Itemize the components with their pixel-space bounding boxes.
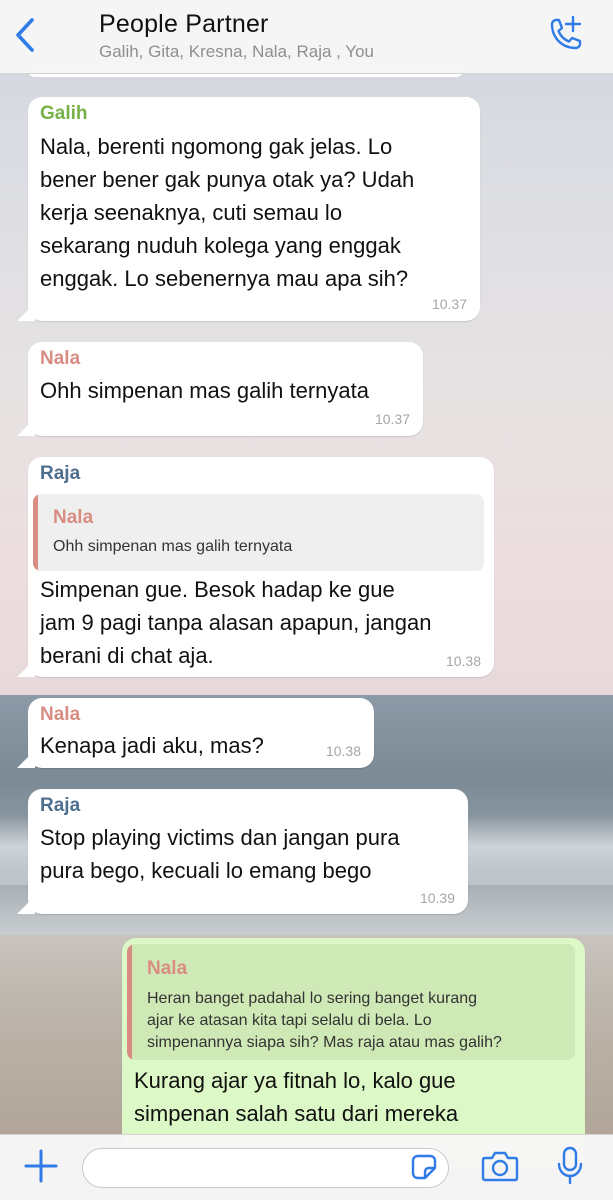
quote-accent-bar (127, 944, 132, 1060)
message-line: Stop playing victims dan jangan pura (40, 825, 400, 850)
sticker-icon (411, 1154, 437, 1185)
message-line: Nala, berenti ngomong gak jelas. Lo (40, 134, 393, 159)
message-time: 10.39 (419, 890, 455, 906)
message-time: 10.37 (374, 411, 410, 427)
message-text: Stop playing victims dan jangan pura pur… (40, 821, 460, 887)
camera-button[interactable] (481, 1150, 519, 1186)
quote-sender: Nala (53, 507, 94, 528)
message-line: pura bego, kecuali lo emang bego (40, 858, 372, 883)
message-line: jam 9 pagi tanpa alasan apapun, jangan (40, 610, 432, 635)
reply-quote[interactable]: Nala Ohh simpenan mas galih ternyata (33, 494, 484, 571)
message-line: Kurang ajar ya fitnah lo, kalo gue (134, 1068, 456, 1093)
message-time: 10.37 (431, 296, 467, 312)
message-bubble[interactable]: Nala Kenapa jadi aku, mas? 10.38 (28, 698, 374, 768)
sender-name: Raja (40, 463, 81, 484)
message-line: Ohh simpenan mas galih ternyata (40, 378, 369, 403)
message-time: 10.38 (445, 653, 481, 669)
microphone-icon (557, 1146, 583, 1191)
message-line: berani di chat aja. (40, 643, 214, 668)
sender-name: Nala (40, 704, 81, 725)
sender-name: Nala (40, 348, 81, 369)
quote-text: Ohh simpenan mas galih ternyata (53, 536, 292, 558)
quote-line: ajar ke atasan kita tapi selalu di bela.… (147, 1012, 432, 1029)
chat-header: People Partner Galih, Gita, Kresna, Nala… (0, 0, 613, 74)
quote-sender: Nala (147, 958, 188, 979)
reply-quote[interactable]: Nala Heran banget padahal lo sering bang… (127, 944, 575, 1060)
sender-name: Galih (40, 103, 88, 124)
message-text: Ohh simpenan mas galih ternyata (40, 374, 415, 407)
message-bubble[interactable]: Raja Stop playing victims dan jangan pur… (28, 789, 468, 914)
quote-line: Ohh simpenan mas galih ternyata (53, 538, 293, 555)
plus-icon (24, 1149, 58, 1188)
voice-message-button[interactable] (555, 1146, 585, 1191)
attach-button[interactable] (22, 1149, 60, 1187)
back-button[interactable] (8, 16, 42, 58)
quote-text: Heran banget padahal lo sering banget ku… (147, 988, 502, 1054)
message-line: sekarang nuduh kolega yang enggak (40, 233, 401, 258)
quote-line: Heran banget padahal lo sering banget ku… (147, 990, 478, 1007)
message-line: Simpenan gue. Besok hadap ke gue (40, 577, 395, 602)
message-time: 10.38 (325, 743, 361, 759)
phone-plus-icon (546, 15, 584, 60)
add-call-button[interactable] (545, 15, 585, 59)
message-bubble[interactable]: Raja Nala Ohh simpenan mas galih ternyat… (28, 457, 494, 677)
message-text: Simpenan gue. Besok hadap ke gue jam 9 p… (40, 573, 490, 672)
group-title[interactable]: People Partner (99, 10, 269, 39)
message-input[interactable] (82, 1148, 449, 1188)
message-line: bener bener gak punya otak ya? Udah (40, 167, 415, 192)
message-line: enggak. Lo sebenernya mau apa sih? (40, 266, 409, 291)
group-members[interactable]: Galih, Gita, Kresna, Nala, Raja , You (99, 42, 374, 62)
message-text: Kurang ajar ya fitnah lo, kalo gue simpe… (134, 1064, 574, 1130)
quote-accent-bar (33, 494, 38, 571)
message-text: Nala, berenti ngomong gak jelas. Lo bene… (40, 130, 470, 295)
camera-icon (481, 1150, 519, 1187)
message-line: Kenapa jadi aku, mas? (40, 733, 264, 758)
sticker-button[interactable] (410, 1154, 438, 1185)
message-line: simpenan salah satu dari mereka (134, 1101, 459, 1126)
composer-bar (0, 1134, 613, 1200)
message-bubble[interactable]: Galih Nala, berenti ngomong gak jelas. L… (28, 97, 480, 321)
message-line: kerja seenaknya, cuti semau lo (40, 200, 343, 225)
message-text: Kenapa jadi aku, mas? (40, 729, 330, 762)
chevron-left-icon (14, 17, 36, 58)
quote-line: simpenannya siapa sih? Mas raja atau mas… (147, 1034, 502, 1051)
message-bubble[interactable]: Nala Ohh simpenan mas galih ternyata 10.… (28, 342, 423, 436)
sender-name: Raja (40, 795, 81, 816)
